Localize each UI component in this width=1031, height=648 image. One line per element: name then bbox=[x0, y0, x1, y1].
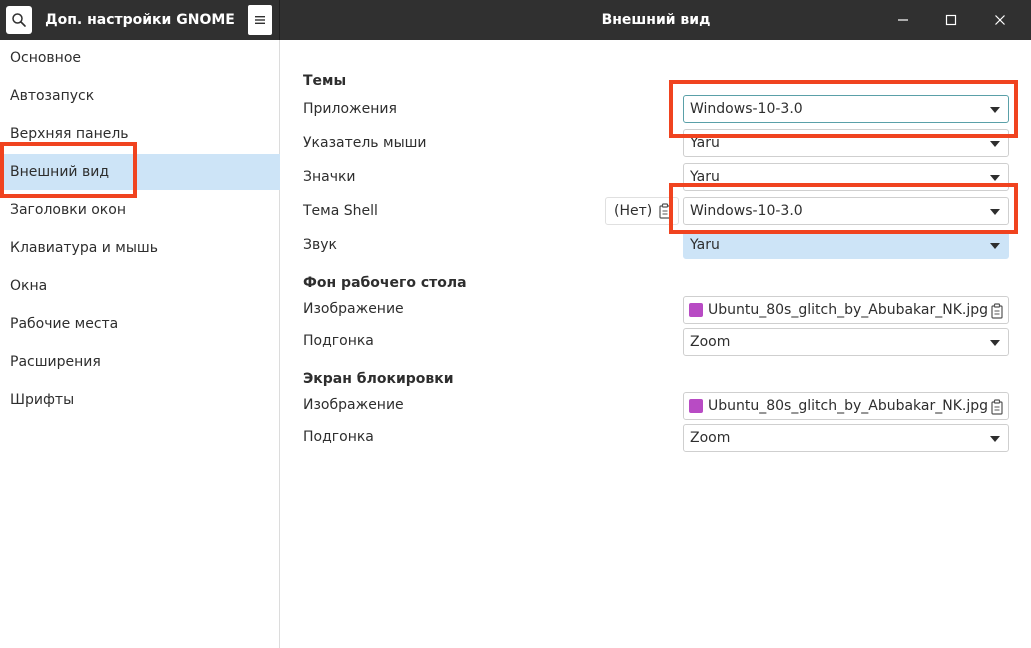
background-adjustment-label: Подгонка bbox=[303, 333, 374, 349]
image-file-icon bbox=[689, 399, 703, 413]
sidebar-item-startup[interactable]: Автозапуск bbox=[0, 78, 280, 114]
sidebar-item-extensions[interactable]: Расширения bbox=[0, 344, 280, 380]
lock-screen-adjustment-value: Zoom bbox=[690, 430, 731, 446]
search-icon bbox=[12, 13, 26, 27]
sound-theme-label: Звук bbox=[303, 237, 337, 253]
applications-theme-value: Windows-10-3.0 bbox=[690, 101, 803, 117]
icon-theme-value: Yaru bbox=[690, 169, 720, 185]
header-bar: Доп. настройки GNOME Внешний вид bbox=[0, 0, 1031, 40]
menu-button[interactable] bbox=[248, 5, 272, 35]
minimize-button[interactable] bbox=[891, 8, 915, 32]
dropdown-arrow-icon bbox=[990, 141, 1000, 147]
lock-screen-image-chooser[interactable]: Ubuntu_80s_glitch_by_Abubakar_NK.jpg bbox=[683, 392, 1009, 420]
sidebar-item-appearance[interactable]: Внешний вид bbox=[0, 154, 280, 190]
lock-screen-section-title: Экран блокировки bbox=[303, 371, 454, 387]
dropdown-arrow-icon bbox=[990, 436, 1000, 442]
cursor-theme-label: Указатель мыши bbox=[303, 135, 427, 151]
sidebar-item-fonts[interactable]: Шрифты bbox=[0, 382, 280, 418]
applications-theme-label: Приложения bbox=[303, 101, 397, 117]
lock-screen-adjustment-combo[interactable]: Zoom bbox=[683, 424, 1009, 452]
sidebar-header: Доп. настройки GNOME bbox=[0, 0, 280, 40]
lock-screen-adjustment-label: Подгонка bbox=[303, 429, 374, 445]
file-chooser-icon bbox=[659, 203, 671, 219]
icon-theme-combo[interactable]: Yaru bbox=[683, 163, 1009, 191]
cursor-theme-value: Yaru bbox=[690, 135, 720, 151]
sidebar-item-general[interactable]: Основное bbox=[0, 40, 280, 76]
hamburger-icon bbox=[255, 16, 265, 24]
background-image-chooser[interactable]: Ubuntu_80s_glitch_by_Abubakar_NK.jpg bbox=[683, 296, 1009, 324]
minimize-icon bbox=[898, 19, 908, 21]
dropdown-arrow-icon bbox=[990, 340, 1000, 346]
background-section-title: Фон рабочего стола bbox=[303, 275, 467, 291]
background-adjustment-value: Zoom bbox=[690, 334, 731, 350]
maximize-button[interactable] bbox=[939, 8, 963, 32]
background-image-value: Ubuntu_80s_glitch_by_Abubakar_NK.jpg bbox=[708, 302, 989, 318]
appearance-panel: Темы Приложения Windows-10-3.0 Указатель… bbox=[281, 40, 1031, 648]
image-file-icon bbox=[689, 303, 703, 317]
background-adjustment-combo[interactable]: Zoom bbox=[683, 328, 1009, 356]
dropdown-arrow-icon bbox=[990, 243, 1000, 249]
search-button[interactable] bbox=[6, 6, 32, 34]
app-title: Доп. настройки GNOME bbox=[45, 12, 235, 28]
sound-theme-value: Yaru bbox=[690, 237, 720, 253]
background-image-label: Изображение bbox=[303, 301, 404, 317]
sidebar-item-keyboard-mouse[interactable]: Клавиатура и мышь bbox=[0, 230, 280, 266]
sidebar-item-workspaces[interactable]: Рабочие места bbox=[0, 306, 280, 342]
dropdown-arrow-icon bbox=[990, 209, 1000, 215]
lock-screen-image-label: Изображение bbox=[303, 397, 404, 413]
sidebar-item-windows[interactable]: Окна bbox=[0, 268, 280, 304]
shell-theme-value: Windows-10-3.0 bbox=[690, 203, 803, 219]
dropdown-arrow-icon bbox=[990, 107, 1000, 113]
icon-theme-label: Значки bbox=[303, 169, 356, 185]
shell-theme-combo[interactable]: Windows-10-3.0 bbox=[683, 197, 1009, 225]
close-icon bbox=[995, 15, 1005, 25]
cursor-theme-combo[interactable]: Yaru bbox=[683, 129, 1009, 157]
page-title: Внешний вид bbox=[601, 12, 711, 28]
sound-theme-combo[interactable]: Yaru bbox=[683, 231, 1009, 259]
sidebar-item-window-titlebars[interactable]: Заголовки окон bbox=[0, 192, 280, 228]
shell-none-label: (Нет) bbox=[614, 203, 653, 219]
file-chooser-icon bbox=[991, 303, 1003, 319]
dropdown-arrow-icon bbox=[990, 175, 1000, 181]
close-button[interactable] bbox=[988, 8, 1012, 32]
sidebar-item-top-bar[interactable]: Верхняя панель bbox=[0, 116, 280, 152]
shell-theme-label: Тема Shell bbox=[303, 203, 378, 219]
applications-theme-combo[interactable]: Windows-10-3.0 bbox=[683, 95, 1009, 123]
lock-screen-image-value: Ubuntu_80s_glitch_by_Abubakar_NK.jpg bbox=[708, 398, 989, 414]
maximize-icon bbox=[945, 14, 957, 26]
themes-section-title: Темы bbox=[303, 73, 347, 89]
shell-theme-none-button[interactable]: (Нет) bbox=[605, 197, 679, 225]
sidebar: Основное Автозапуск Верхняя панель Внешн… bbox=[0, 40, 280, 648]
file-chooser-icon bbox=[991, 399, 1003, 415]
